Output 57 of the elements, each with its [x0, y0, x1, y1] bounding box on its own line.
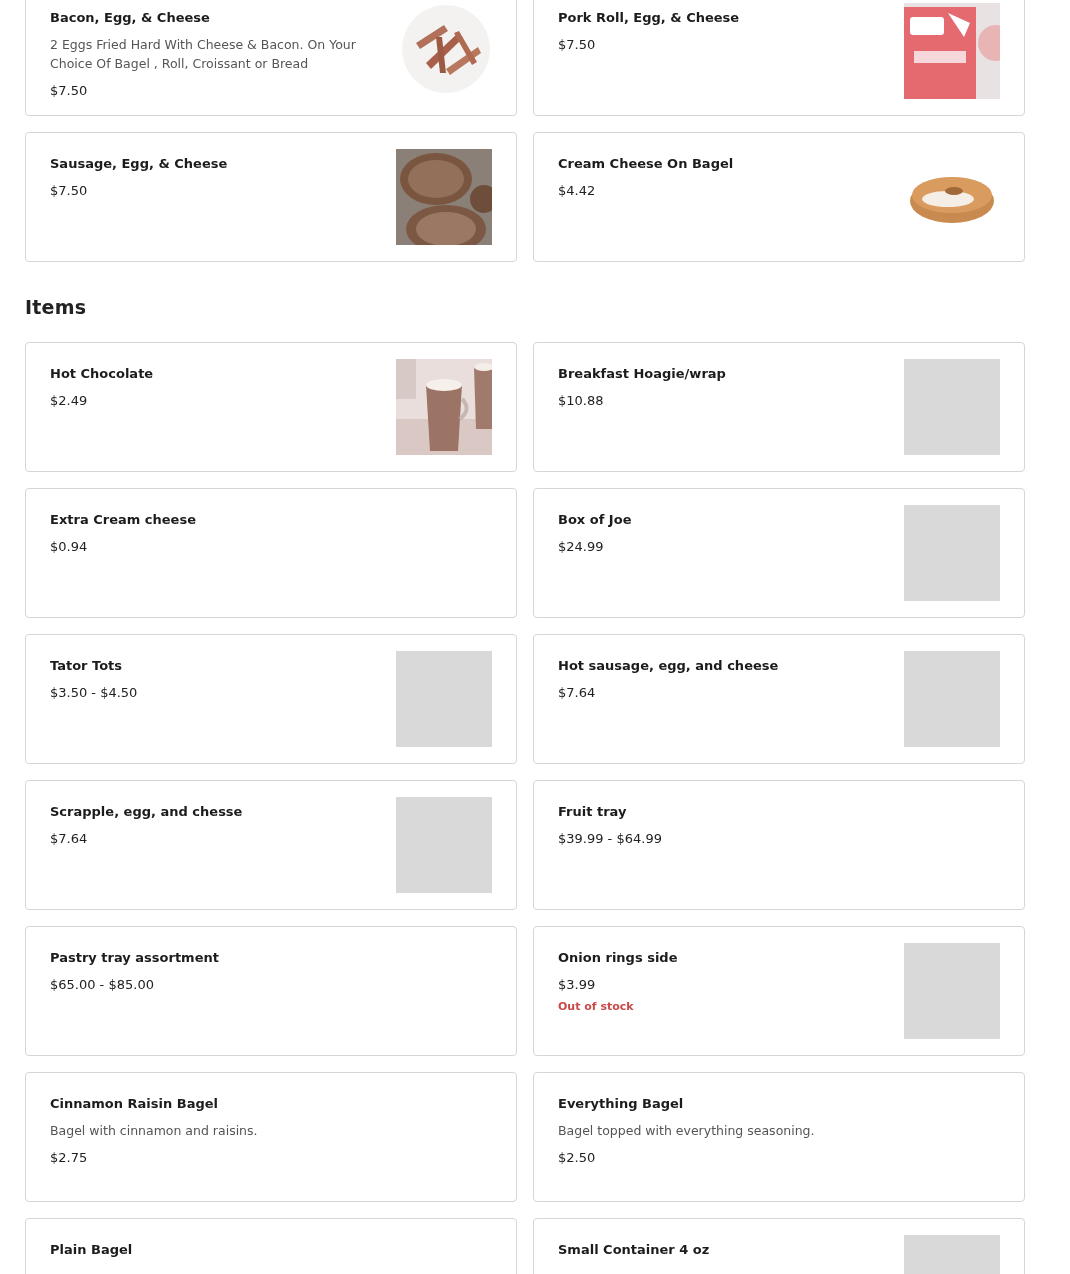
item-name: Pork Roll, Egg, & Cheese [558, 10, 741, 25]
item-price: $7.64 [50, 831, 89, 846]
item-price: $2.50 [558, 1150, 597, 1165]
item-name: Cream Cheese On Bagel [558, 156, 735, 171]
item-price: $3.50 - $4.50 [50, 685, 139, 700]
item-price: $7.50 [558, 37, 597, 52]
item-price: $7.64 [558, 685, 597, 700]
item-description: Bagel with cinnamon and raisins. [50, 1122, 259, 1140]
menu-item-card[interactable]: Extra Cream cheese $0.94 [25, 488, 517, 618]
item-price: $7.50 [50, 183, 89, 198]
item-price: $24.99 [558, 539, 605, 554]
menu-item-card[interactable]: Box of Joe $24.99 [533, 488, 1025, 618]
item-name: Tator Tots [50, 658, 124, 673]
menu-item-card[interactable]: Pastry tray assortment $65.00 - $85.00 [25, 926, 517, 1056]
item-name: Onion rings side [558, 950, 679, 965]
menu-item-card[interactable]: Plain Bagel [25, 1218, 517, 1274]
item-price: $10.88 [558, 393, 605, 408]
item-name: Extra Cream cheese [50, 512, 197, 527]
menu-item-card[interactable]: Hot Chocolate $2.49 [25, 342, 517, 472]
item-price: $3.99 [558, 977, 597, 992]
menu-item-card[interactable]: Breakfast Hoagie/wrap $10.88 [533, 342, 1025, 472]
menu-item-card[interactable]: Onion rings side $3.99 Out of stock [533, 926, 1025, 1056]
item-name: Fruit tray [558, 804, 628, 819]
item-name: Hot Chocolate [50, 366, 155, 381]
menu-item-card[interactable]: Hot sausage, egg, and cheese $7.64 [533, 634, 1025, 764]
section-heading: Items [25, 296, 88, 318]
menu-item-card[interactable]: Small Container 4 oz [533, 1218, 1025, 1274]
menu-item-card[interactable]: Pork Roll, Egg, & Cheese $7.50 [533, 0, 1025, 116]
item-name: Plain Bagel [50, 1242, 134, 1257]
item-name: Pastry tray assortment [50, 950, 220, 965]
item-price: $7.50 [50, 83, 89, 98]
item-price: $2.49 [50, 393, 89, 408]
item-price: $4.42 [558, 183, 597, 198]
menu-item-card[interactable]: Cream Cheese On Bagel $4.42 [533, 132, 1025, 262]
item-name: Cinnamon Raisin Bagel [50, 1096, 219, 1111]
item-name: Bacon, Egg, & Cheese [50, 10, 211, 25]
menu-item-card[interactable]: Cinnamon Raisin Bagel Bagel with cinnamon and raisins. $2.75 [25, 1072, 517, 1202]
item-name: Box of Joe [558, 512, 633, 527]
menu-item-card[interactable]: Fruit tray $39.99 - $64.99 [533, 780, 1025, 910]
item-price: $0.94 [50, 539, 89, 554]
menu-item-card[interactable]: Sausage, Egg, & Cheese $7.50 [25, 132, 517, 262]
item-name: Breakfast Hoagie/wrap [558, 366, 727, 381]
menu-item-card[interactable]: Bacon, Egg, & Cheese 2 Eggs Fried Hard With Cheese & Bacon. On Your Choice Of Bagel , Roll, Croissant or Bread $7.50 [25, 0, 517, 116]
item-name: Everything Bagel [558, 1096, 685, 1111]
menu-item-card[interactable]: Everything Bagel Bagel topped with everything seasoning. $2.50 [533, 1072, 1025, 1202]
item-name: Small Container 4 oz [558, 1242, 711, 1257]
item-name: Scrapple, egg, and chesse [50, 804, 244, 819]
item-name: Hot sausage, egg, and cheese [558, 658, 780, 673]
stock-status: Out of stock [558, 1000, 635, 1013]
item-price: $2.75 [50, 1150, 89, 1165]
item-name: Sausage, Egg, & Cheese [50, 156, 229, 171]
menu-item-card[interactable]: Scrapple, egg, and chesse $7.64 [25, 780, 517, 910]
item-description: 2 Eggs Fried Hard With Cheese & Bacon. On Your Choice Of Bagel , Roll, Croissant or Bread [50, 36, 357, 73]
item-description: Bagel topped with everything seasoning. [558, 1122, 816, 1140]
menu-item-card[interactable]: Tator Tots $3.50 - $4.50 [25, 634, 517, 764]
item-price: $65.00 - $85.00 [50, 977, 155, 992]
item-price: $39.99 - $64.99 [558, 831, 663, 846]
